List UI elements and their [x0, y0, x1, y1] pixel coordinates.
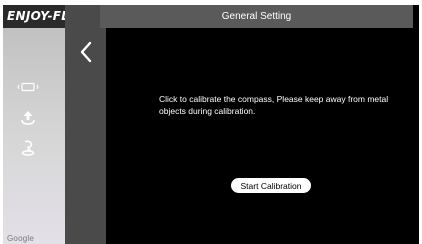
app-window: ENJOY-FL Google General Setting Click to… [3, 5, 419, 244]
page-title-bar: General Setting [100, 5, 413, 28]
brand-logo: ENJOY-FL [3, 5, 65, 28]
map-attribution: Google [7, 234, 34, 243]
takeoff-icon[interactable] [13, 107, 43, 129]
start-calibration-button[interactable]: Start Calibration [231, 178, 311, 193]
back-column [65, 5, 106, 244]
map-sidebar: ENJOY-FL Google [3, 5, 65, 244]
chevron-left-icon [80, 41, 92, 63]
battery-frame-icon[interactable] [13, 76, 43, 98]
calibration-message: Click to calibrate the compass, Please k… [159, 94, 389, 116]
back-button[interactable] [75, 39, 97, 65]
page-title: General Setting [221, 11, 292, 22]
return-home-icon[interactable] [13, 137, 43, 159]
